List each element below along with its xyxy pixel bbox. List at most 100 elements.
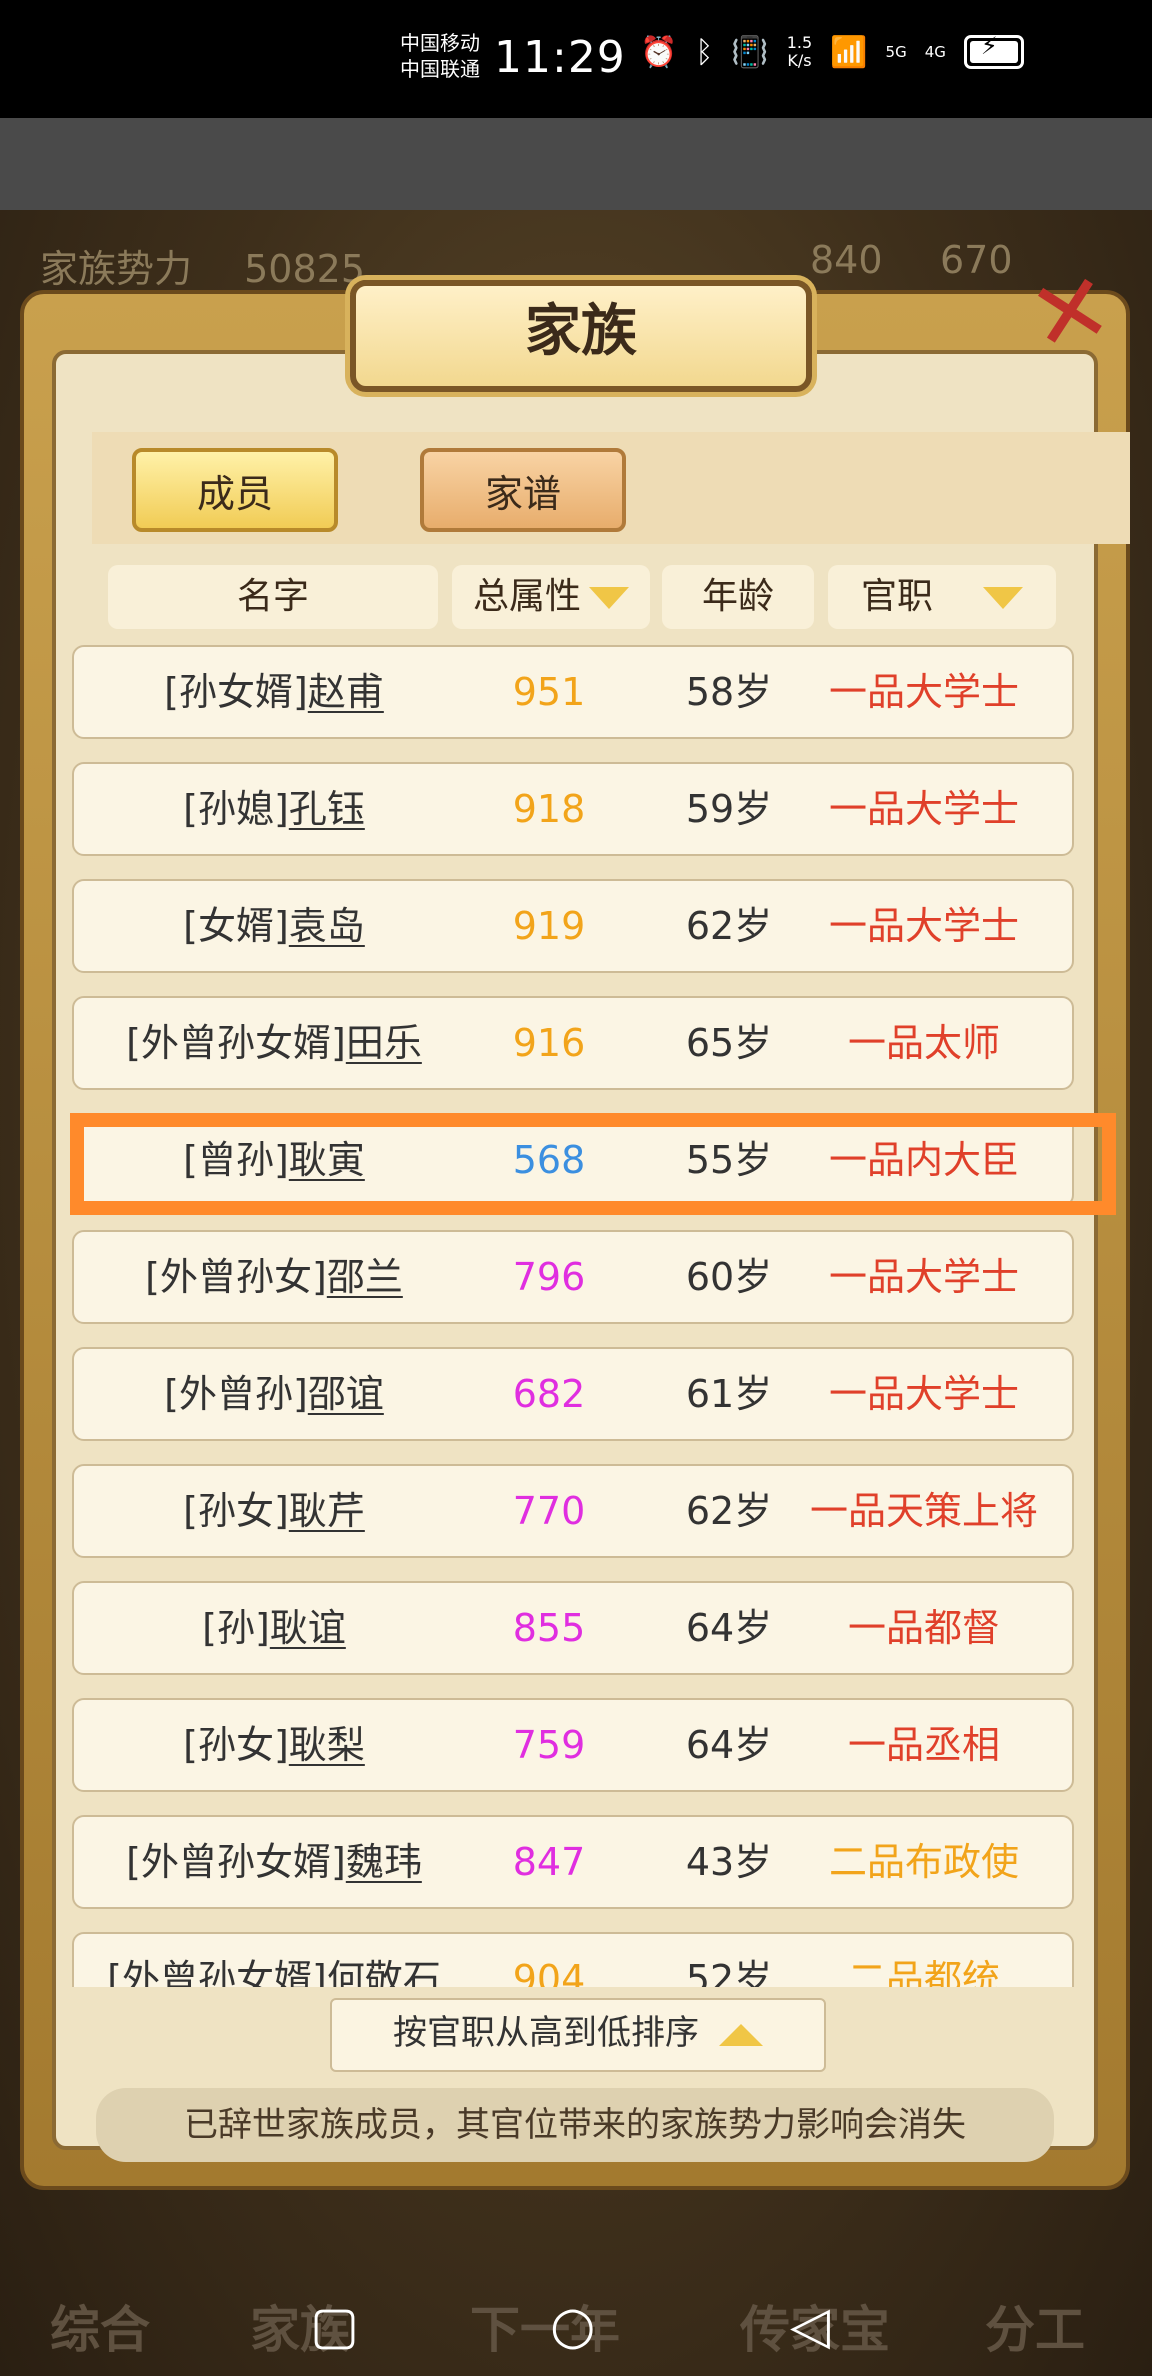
member-name[interactable]: [孙女婿]赵甫 [74,647,474,737]
member-name-link[interactable]: 邵谊 [308,1372,384,1416]
notice-banner: 已辞世家族成员，其官位带来的家族势力影响会消失 [96,2088,1054,2162]
member-name-link[interactable]: 赵甫 [308,670,384,714]
member-name-link[interactable]: 耿谊 [270,1606,346,1650]
member-post: 一品大学士 [828,670,1019,714]
table-row[interactable]: [孙媳]孔钰 918 59岁 一品大学士 [72,762,1074,856]
close-button[interactable]: ✕ [1019,250,1121,376]
table-row[interactable]: [女婿]袁岛 919 62岁 一品大学士 [72,879,1074,973]
app-header-strip [0,118,1152,210]
relation-label: [外曾孙女婿] [107,1957,327,1987]
clock: 11:29 [494,32,626,83]
member-name-link[interactable]: 魏玮 [346,1840,422,1884]
member-name[interactable]: [外曾孙]邵谊 [74,1349,474,1439]
table-row[interactable]: [孙女]耿芹 770 62岁 一品天策上将 [72,1464,1074,1558]
member-list[interactable]: [孙女婿]赵甫 951 58岁 一品大学士 [孙媳]孔钰 918 59岁 一品大学士 [女婿]袁… [72,645,1076,1987]
member-name[interactable]: [孙女]耿芹 [74,1466,474,1556]
member-name[interactable]: [曾孙]耿寅 [74,1115,474,1205]
table-row[interactable]: [孙女]耿梨 759 64岁 一品丞相 [72,1698,1074,1792]
member-name-link[interactable]: 袁岛 [289,904,365,948]
battery-icon: ⚡ [963,32,1024,69]
member-name[interactable]: [孙女]耿梨 [74,1700,474,1790]
vibrate-icon: 📳 [731,34,769,70]
member-name-link[interactable]: 邵兰 [327,1255,403,1299]
relation-label: [孙女] [183,1723,289,1767]
member-name[interactable]: [外曾孙女婿]田乐 [74,998,474,1088]
home-icon[interactable]: ○ [550,2296,595,2356]
table-row[interactable]: [外曾孙女婿]何敬石 904 52岁 二品都统 [72,1932,1074,1987]
member-name-link[interactable]: 耿梨 [289,1723,365,1767]
nav-overview[interactable]: 综合 [50,2290,150,2362]
recent-apps-icon[interactable]: ▢ [310,2296,359,2356]
relation-label: [曾孙] [183,1138,289,1182]
member-post: 一品内大臣 [828,1138,1019,1182]
table-row[interactable]: [外曾孙女婿]田乐 916 65岁 一品太师 [72,996,1074,1090]
signal-4g-icon: 4G [924,43,946,61]
member-attr: 770 [512,1489,586,1533]
member-post: 一品大学士 [828,1372,1019,1416]
relation-label: [孙女] [183,1489,289,1533]
status-icons: ⏰ ᛒ 📳 1.5 K/s 📶 5G 4G ⚡ [640,32,1024,70]
dialog-title: 家族 [350,280,812,392]
col-header-attr[interactable]: 总属性 [452,565,650,629]
resource-1: 840 [810,238,883,282]
relation-label: [外曾孙] [164,1372,308,1416]
resource-2: 670 [940,238,1013,282]
table-row[interactable]: [外曾孙女]邵兰 796 60岁 一品大学士 [72,1230,1074,1324]
col-header-name: 名字 [108,565,438,629]
member-name[interactable]: [外曾孙女]邵兰 [74,1232,474,1322]
relation-label: [外曾孙女婿] [126,1021,346,1065]
member-name[interactable]: [外曾孙女婿]魏玮 [74,1817,474,1907]
member-name-link[interactable]: 孔钰 [289,787,365,831]
member-attr: 904 [512,1957,586,1987]
signal-5g-icon: 5G [885,43,907,61]
table-row[interactable]: [孙]耿谊 855 64岁 一品都督 [72,1581,1074,1675]
member-post: 一品太师 [847,1021,1000,1065]
member-name-link[interactable]: 耿寅 [289,1138,365,1182]
carrier-2: 中国联通 [400,57,480,81]
table-row[interactable]: [孙女婿]赵甫 951 58岁 一品大学士 [72,645,1074,739]
member-attr: 568 [512,1138,586,1182]
member-name[interactable]: [孙]耿谊 [74,1583,474,1673]
sort-desc-icon [983,587,1023,609]
relation-label: [孙] [202,1606,270,1650]
member-name-link[interactable]: 田乐 [346,1021,422,1065]
member-attr: 855 [512,1606,586,1650]
tab-family-tree[interactable]: 家谱 [420,448,626,532]
col-header-post[interactable]: 官职 [828,565,1056,629]
member-attr: 847 [512,1840,586,1884]
carrier-1: 中国移动 [400,31,480,55]
member-name[interactable]: [女婿]袁岛 [74,881,474,971]
member-name[interactable]: [外曾孙女婿]何敬石 [74,1934,474,1987]
member-attr: 951 [512,670,586,714]
member-post: 一品都督 [847,1606,1000,1650]
member-post: 二品都统 [847,1957,1000,1987]
member-post: 一品大学士 [828,1255,1019,1299]
member-name-link[interactable]: 耿芹 [289,1489,365,1533]
table-row[interactable]: [曾孙]耿寅 568 55岁 一品内大臣 [72,1113,1074,1207]
member-attr: 916 [512,1021,586,1065]
tabs-row: 成员 家谱 [92,432,1130,544]
sort-button[interactable]: 按官职从高到低排序 [330,1998,826,2072]
member-post: 一品大学士 [828,787,1019,831]
col-header-age[interactable]: 年龄 [662,565,814,629]
member-post: 一品大学士 [828,904,1019,948]
back-icon[interactable]: ◁ [790,2296,830,2356]
tab-members[interactable]: 成员 [132,448,338,532]
table-row[interactable]: [外曾孙女婿]魏玮 847 43岁 二品布政使 [72,1815,1074,1909]
relation-label: [孙媳] [183,787,289,831]
alarm-icon: ⏰ [640,34,678,70]
nav-division[interactable]: 分工 [985,2290,1085,2362]
table-row[interactable]: [外曾孙]邵谊 682 61岁 一品大学士 [72,1347,1074,1441]
member-attr: 919 [512,904,586,948]
close-icon: ✕ [1019,249,1122,376]
relation-label: [孙女婿] [164,670,308,714]
member-name[interactable]: [孙媳]孔钰 [74,764,474,854]
member-post: 一品丞相 [847,1723,1000,1767]
wifi-icon: 📶 [830,34,868,70]
member-attr: 918 [512,787,586,831]
carrier-info: 中国移动 中国联通 [400,30,480,82]
relation-label: [女婿] [183,904,289,948]
member-name-link[interactable]: 何敬石 [327,1957,441,1987]
triangle-up-icon [719,2023,763,2046]
nav-next-year[interactable]: 下一年 [470,2290,620,2362]
